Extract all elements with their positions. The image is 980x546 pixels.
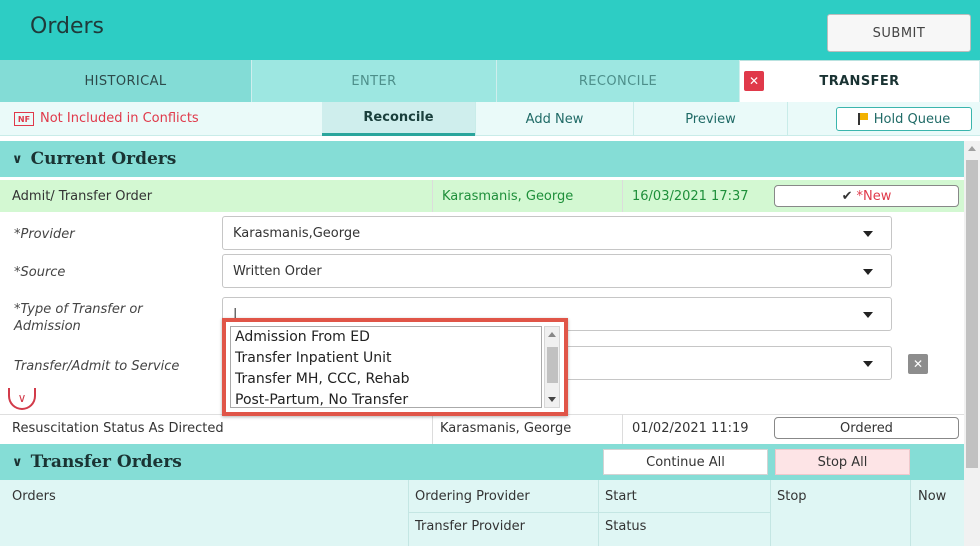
flag-icon (857, 113, 868, 125)
divider (910, 480, 911, 546)
hold-queue-label: Hold Queue (873, 111, 951, 127)
status-new-label: *New (856, 188, 892, 204)
tab-enter[interactable]: ENTER (252, 60, 497, 102)
tab-transfer[interactable]: TRANSFER (740, 60, 980, 102)
col-now: Now (918, 489, 947, 504)
subtab-preview[interactable]: Preview (633, 102, 788, 136)
close-icon[interactable]: ✕ (744, 71, 764, 91)
section-title: Transfer Orders (30, 452, 182, 472)
divider (432, 414, 433, 444)
order-name: Admit/ Transfer Order (12, 189, 153, 204)
tab-reconcile[interactable]: RECONCILE (497, 60, 740, 102)
scroll-thumb[interactable] (547, 347, 558, 383)
order-status-button[interactable]: ✔ *New (774, 185, 959, 207)
divider (432, 180, 433, 212)
continue-all-button[interactable]: Continue All (603, 449, 768, 475)
scroll-thumb[interactable] (966, 160, 978, 468)
col-transfer-provider: Transfer Provider (415, 519, 525, 534)
source-select[interactable]: Written Order (222, 254, 892, 288)
dropdown-scrollbar[interactable] (544, 326, 560, 408)
dropdown-option[interactable]: Admission From ED (235, 329, 370, 345)
scroll-up-icon[interactable] (548, 332, 556, 337)
divider (408, 512, 770, 513)
col-orders: Orders (12, 489, 56, 504)
dropdown-option[interactable]: Transfer MH, CCC, Rehab (235, 371, 410, 387)
clear-icon[interactable]: ✕ (908, 354, 928, 374)
service-label: Transfer/Admit to Service (14, 359, 180, 374)
divider (408, 480, 409, 546)
hold-queue-button[interactable]: Hold Queue (836, 107, 972, 131)
source-label: *Source (14, 265, 66, 280)
col-ordering-provider: Ordering Provider (415, 489, 530, 504)
order-name: Resuscitation Status As Directed (12, 421, 224, 436)
dropdown-list: Admission From ED Transfer Inpatient Uni… (230, 326, 542, 408)
transfer-type-dropdown: Admission From ED Transfer Inpatient Uni… (222, 318, 568, 416)
expand-chevron-icon[interactable]: ∨ (8, 388, 36, 410)
stop-all-button[interactable]: Stop All (775, 449, 910, 475)
page-title: Orders (30, 14, 104, 39)
order-datetime: 16/03/2021 17:37 (632, 189, 749, 204)
subtab-reconcile[interactable]: Reconcile (322, 102, 475, 136)
order-status-button[interactable]: Ordered (774, 417, 959, 439)
section-title: Current Orders (30, 149, 177, 169)
provider-select[interactable]: Karasmanis,George (222, 216, 892, 250)
col-stop: Stop (777, 489, 807, 504)
check-icon: ✔ (841, 188, 853, 204)
order-provider: Karasmanis, George (440, 421, 572, 436)
caret-down-icon (863, 312, 873, 318)
scroll-up-icon[interactable] (968, 146, 976, 151)
type-label: *Type of Transfer or Admission (14, 302, 143, 334)
tab-historical[interactable]: HISTORICAL (0, 60, 252, 102)
dropdown-option[interactable]: Transfer Inpatient Unit (235, 350, 392, 366)
divider (622, 180, 623, 212)
order-datetime: 01/02/2021 11:19 (632, 421, 749, 436)
col-status: Status (605, 519, 647, 534)
nf-badge: NF (14, 112, 34, 126)
divider (770, 480, 771, 546)
current-orders-header[interactable]: ∨ Current Orders (0, 141, 964, 177)
col-start: Start (605, 489, 637, 504)
dropdown-option[interactable]: Post-Partum, No Transfer (235, 392, 408, 408)
not-included-link[interactable]: Not Included in Conflicts (40, 111, 199, 126)
caret-down-icon (863, 361, 873, 367)
chevron-down-icon: ∨ (12, 454, 23, 470)
source-value: Written Order (233, 263, 322, 279)
main-tabs: HISTORICAL ENTER RECONCILE TRANSFER (0, 60, 980, 102)
divider (598, 480, 599, 546)
order-provider: Karasmanis, George (442, 189, 574, 204)
submit-button[interactable]: SUBMIT (827, 14, 971, 52)
caret-down-icon (863, 269, 873, 275)
caret-down-icon (863, 231, 873, 237)
provider-value: Karasmanis,George (233, 225, 361, 241)
scroll-down-icon[interactable] (548, 397, 556, 402)
chevron-down-icon: ∨ (12, 151, 23, 167)
divider (622, 414, 623, 444)
subtab-add-new[interactable]: Add New (475, 102, 633, 136)
provider-label: *Provider (14, 227, 75, 242)
